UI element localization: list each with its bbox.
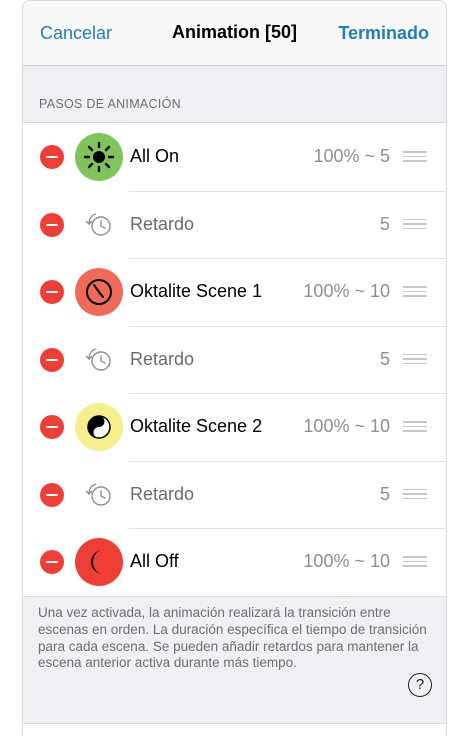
step-value: 100% ~ 10 <box>303 416 390 436</box>
step-row-oktalite-scene-1[interactable]: Oktalite Scene 1 100% ~ 10 <box>23 258 446 326</box>
step-label: Retardo <box>130 213 195 234</box>
reorder-handle-icon[interactable] <box>403 421 427 432</box>
step-value: 100% ~ 10 <box>303 551 390 571</box>
step-value: 5 <box>379 213 390 234</box>
step-label: Oktalite Scene 2 <box>130 416 263 436</box>
delete-step-button[interactable] <box>40 212 64 237</box>
delete-step-button[interactable] <box>40 482 64 507</box>
section-header: PASOS DE ANIMACIÓN <box>39 97 182 111</box>
delete-step-button[interactable] <box>40 550 64 574</box>
reorder-handle-icon[interactable] <box>403 488 427 500</box>
clock-icon <box>75 268 123 316</box>
delete-step-button[interactable] <box>40 415 64 439</box>
step-row-all-off[interactable]: All Off 100% ~ 10 <box>23 528 446 596</box>
reorder-handle-icon[interactable] <box>403 556 427 567</box>
step-label: All On <box>130 146 180 166</box>
sun-icon <box>75 133 123 181</box>
reorder-handle-icon[interactable] <box>403 286 427 297</box>
done-button[interactable]: Terminado <box>338 23 429 44</box>
step-row-all-on[interactable]: All On 100% ~ 5 <box>23 123 446 191</box>
help-button[interactable]: ? <box>408 673 432 697</box>
step-value: 100% ~ 10 <box>303 281 390 301</box>
step-label: Retardo <box>130 348 195 369</box>
navigation-bar: Cancelar Animation [50] Terminado <box>23 1 446 66</box>
step-value: 5 <box>379 483 390 504</box>
bottom-cell <box>23 723 446 736</box>
delay-icon <box>84 481 114 509</box>
step-label: All Off <box>130 551 179 571</box>
animation-steps-list: All On 100% ~ 5 Retardo 5 Oktalite Scene… <box>23 122 446 597</box>
delete-step-button[interactable] <box>40 280 64 304</box>
delete-step-button[interactable] <box>40 145 64 169</box>
step-row-delay[interactable]: Retardo 5 <box>23 460 446 529</box>
step-value: 5 <box>379 348 390 369</box>
step-row-delay[interactable]: Retardo 5 <box>23 325 446 394</box>
reorder-handle-icon[interactable] <box>403 151 427 162</box>
yin-yang-icon <box>75 403 123 451</box>
moon-icon <box>75 538 123 586</box>
app-frame: Cancelar Animation [50] Terminado PASOS … <box>22 0 447 736</box>
delay-icon <box>84 211 114 239</box>
step-value: 100% ~ 5 <box>313 146 390 166</box>
reorder-handle-icon[interactable] <box>403 353 427 365</box>
step-label: Oktalite Scene 1 <box>130 281 263 301</box>
step-row-oktalite-scene-2[interactable]: Oktalite Scene 2 100% ~ 10 <box>23 393 446 461</box>
delete-step-button[interactable] <box>40 347 64 372</box>
delay-icon <box>84 346 114 374</box>
step-label: Retardo <box>130 483 195 504</box>
step-row-delay[interactable]: Retardo 5 <box>23 190 446 259</box>
reorder-handle-icon[interactable] <box>403 218 427 230</box>
footer-description: Una vez activada, la animación realizará… <box>38 605 427 671</box>
